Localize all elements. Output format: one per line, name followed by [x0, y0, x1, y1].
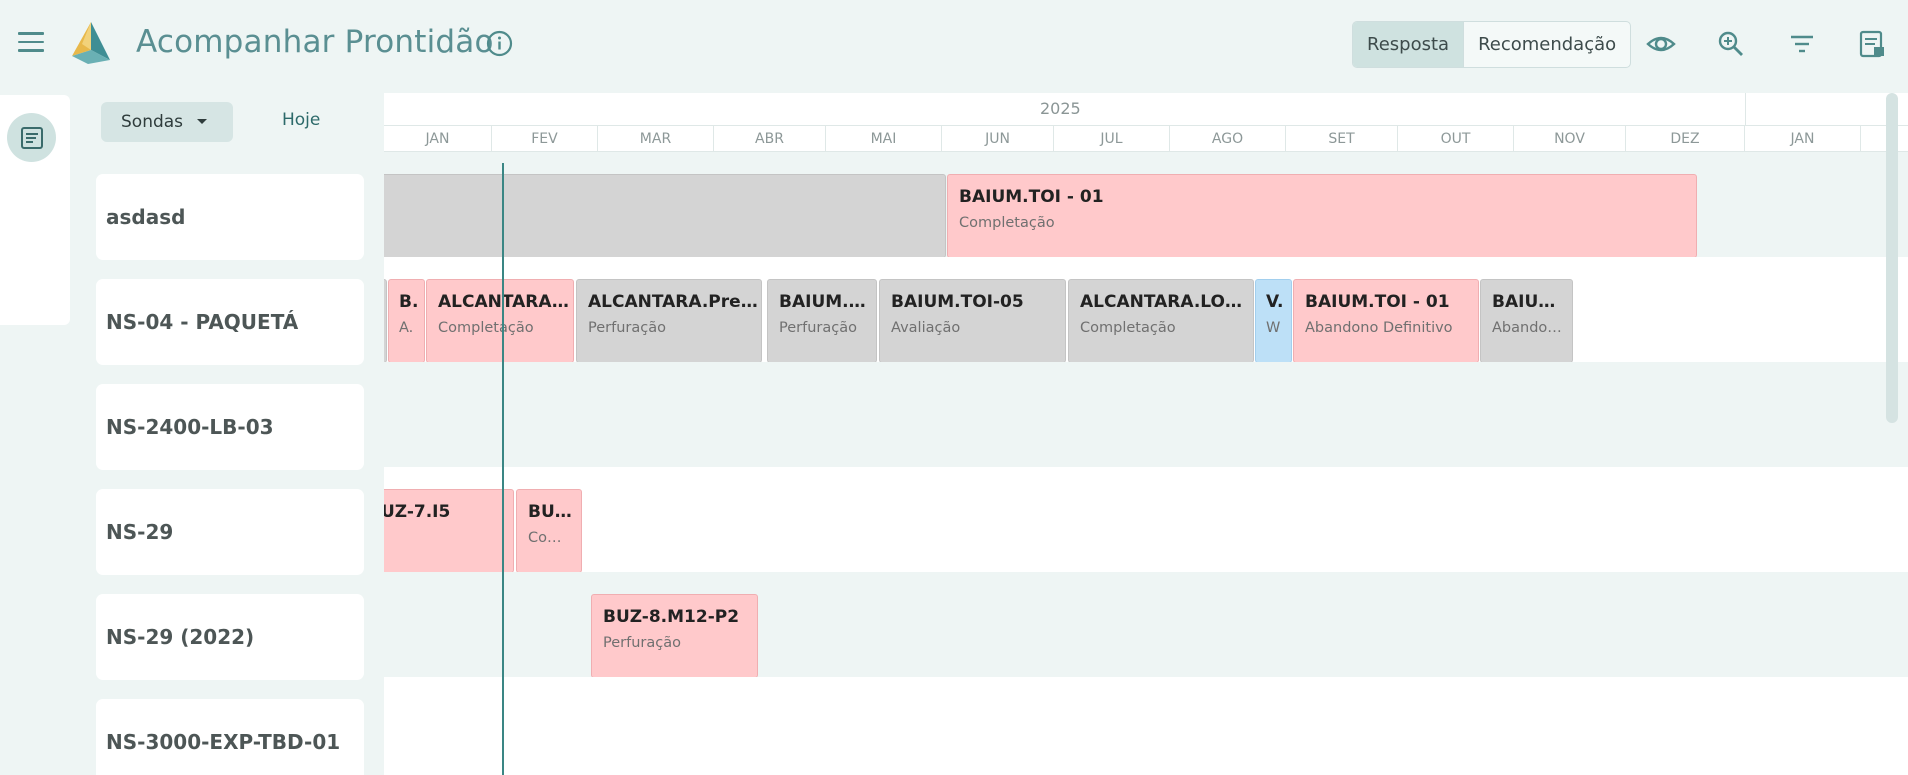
segment-resposta[interactable]: Resposta: [1353, 22, 1464, 67]
today-marker: [502, 163, 504, 775]
month-label: NOV: [1514, 126, 1626, 152]
activity-title: BAIUM.TOI - 01: [959, 187, 1104, 207]
menu-icon[interactable]: [18, 32, 44, 54]
row-label[interactable]: NS-2400-LB-03: [96, 384, 364, 470]
activity-title: ALCANTARA.…: [438, 292, 573, 312]
info-icon[interactable]: [486, 30, 513, 57]
report-icon[interactable]: [1856, 28, 1888, 60]
notes-button[interactable]: [7, 113, 56, 162]
activity-phase: Perfuração: [603, 635, 681, 651]
month-label: MAR: [598, 126, 714, 152]
activity-phase: W: [1266, 320, 1281, 336]
month-label: SET: [1286, 126, 1398, 152]
activity-phase: Abando…: [1492, 320, 1562, 336]
month-label: ABR: [714, 126, 826, 152]
activity-bar[interactable]: BU… Co…: [516, 489, 582, 573]
activity-phase: Perfuração: [588, 320, 666, 336]
lane-ns-29: UZ-7.I5 BU… Co…: [384, 467, 1908, 573]
app-header: Acompanhar Prontidão Resposta Recomendaç…: [0, 0, 1908, 88]
activity-title: V.: [1266, 292, 1284, 312]
activity-phase: Completação: [438, 320, 534, 336]
month-label: JAN: [1745, 126, 1861, 152]
month-label: JUN: [942, 126, 1054, 152]
activity-phase: Co…: [528, 530, 562, 546]
activity-title: UZ-7.I5: [384, 502, 451, 522]
month-label: JAN: [384, 126, 492, 152]
month-label: OUT: [1398, 126, 1514, 152]
vertical-scrollbar[interactable]: [1886, 93, 1898, 423]
activity-bar[interactable]: [384, 279, 387, 363]
filter-icon[interactable]: [1786, 28, 1818, 60]
activity-title: BAIU…: [1492, 292, 1556, 312]
activity-title: ALCANTARA.LOC…: [1080, 292, 1253, 312]
eye-icon[interactable]: [1645, 28, 1677, 60]
row-label[interactable]: NS-3000-EXP-TBD-01: [96, 699, 364, 775]
row-label[interactable]: NS-29 (2022): [96, 594, 364, 680]
side-rail: [0, 95, 70, 325]
activity-bar[interactable]: BUZ-8.M12-P2 Perfuração: [591, 594, 758, 678]
activity-bar[interactable]: [384, 174, 946, 258]
month-header: JAN FEV MAR ABR MAI JUN JUL AGO SET OUT …: [384, 126, 1908, 152]
month-label: FEV: [492, 126, 598, 152]
activity-phase: Abandono Definitivo: [1305, 320, 1453, 336]
zoom-in-icon[interactable]: [1715, 28, 1747, 60]
activity-title: BUZ-8.M12-P2: [603, 607, 740, 627]
activity-phase: Perfuração: [779, 320, 857, 336]
year-label: 2025: [1040, 99, 1081, 118]
sondas-label: Sondas: [121, 112, 184, 132]
activity-title: BU…: [528, 502, 572, 522]
year-divider: [1745, 93, 1746, 126]
lane-ns-3000-exp-tbd-01: [384, 677, 1908, 775]
activity-bar[interactable]: BAIUM.TOI - 01 Completação: [947, 174, 1697, 258]
chevron-down-icon: [197, 119, 207, 124]
row-label[interactable]: NS-29: [96, 489, 364, 575]
activity-phase: Completação: [1080, 320, 1176, 336]
activity-bar[interactable]: UZ-7.I5: [384, 489, 514, 573]
activity-title: B.: [399, 292, 419, 312]
today-button[interactable]: Hoje: [282, 110, 320, 130]
lane-ns-2400-lb-03: [384, 362, 1908, 467]
activity-title: BAIUM.TOI - 01: [1305, 292, 1450, 312]
month-label: DEZ: [1626, 126, 1745, 152]
activity-phase: A.: [399, 320, 414, 336]
activity-bar[interactable]: BAIUM.TOI - 01 Abandono Definitivo: [1293, 279, 1479, 363]
activity-bar[interactable]: BAIUM.T… Perfuração: [767, 279, 877, 363]
month-label: JUL: [1054, 126, 1170, 152]
activity-bar[interactable]: BAIUM.TOI-05 Avaliação: [879, 279, 1066, 363]
lane-ns-29-2022: BUZ-8.M12-P2 Perfuração: [384, 572, 1908, 678]
row-label[interactable]: NS-04 - PAQUETÁ: [96, 279, 364, 365]
activity-phase: Avaliação: [891, 320, 961, 336]
activity-bar[interactable]: ALCANTARA.Pref … Perfuração: [576, 279, 762, 363]
activity-phase: Completação: [959, 215, 1055, 231]
row-label[interactable]: asdasd: [96, 174, 364, 260]
app-logo: [72, 22, 110, 64]
notes-icon: [21, 127, 43, 149]
activity-title: ALCANTARA.Pref …: [588, 292, 761, 312]
activity-bar[interactable]: V. W: [1255, 279, 1292, 363]
activity-bar[interactable]: ALCANTARA.… Completação: [426, 279, 574, 363]
activity-title: BAIUM.TOI-05: [891, 292, 1024, 312]
activity-bar[interactable]: BAIU… Abando…: [1480, 279, 1573, 363]
month-label: MAI: [826, 126, 942, 152]
page-title: Acompanhar Prontidão: [136, 24, 494, 60]
activity-bar[interactable]: B. A.: [388, 279, 425, 363]
gantt-timeline: 2025 JAN FEV MAR ABR MAI JUN JUL AGO SET…: [384, 93, 1908, 775]
activity-title: BAIUM.T…: [779, 292, 876, 312]
year-header: 2025: [384, 93, 1908, 126]
lane-asdasd: BAIUM.TOI - 01 Completação: [384, 152, 1908, 258]
activity-bar[interactable]: ALCANTARA.LOC… Completação: [1068, 279, 1254, 363]
month-label: AGO: [1170, 126, 1286, 152]
sondas-dropdown[interactable]: Sondas: [101, 102, 233, 142]
segment-recomendacao[interactable]: Recomendação: [1463, 22, 1630, 67]
lane-ns-04-paqueta: B. A. ALCANTARA.… Completação ALCANTARA.…: [384, 257, 1908, 363]
view-mode-toggle: Resposta Recomendação: [1352, 21, 1632, 68]
